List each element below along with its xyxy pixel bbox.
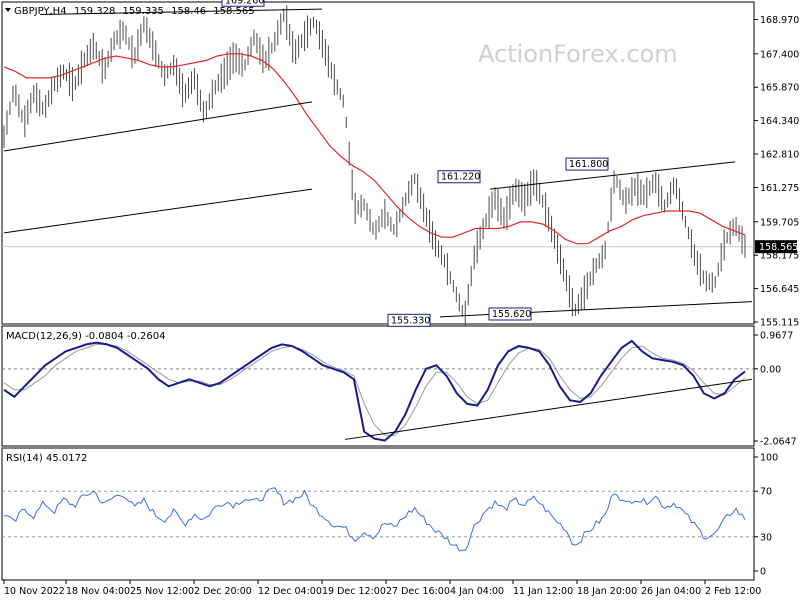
x-tick-label: 18 Jan 20:00 bbox=[577, 586, 637, 597]
price-annotation-label: 155.330 bbox=[391, 315, 430, 326]
x-tick-label: 25 Nov 12:00 bbox=[130, 586, 194, 597]
price-y-tick-label: 167.400 bbox=[760, 49, 799, 60]
x-tick-label: 2 Feb 12:00 bbox=[705, 586, 761, 597]
chart-svg: ActionForex.com GBPJPY,H4 159.328 159.33… bbox=[1, 0, 799, 597]
macd-title: MACD(12,26,9) -0.0804 -0.2604 bbox=[6, 331, 166, 342]
price-y-tick-label: 161.275 bbox=[760, 183, 799, 194]
x-tick-label: 19 Dec 12:00 bbox=[322, 586, 386, 597]
price-title: GBPJPY,H4 bbox=[14, 6, 67, 17]
x-axis-ticks: 10 Nov 2022 18 Nov 04:00 25 Nov 12:00 2 Dec… bbox=[3, 580, 761, 597]
price-ohlc: 159.328 159.335 158.46 158.565 bbox=[74, 6, 255, 17]
price-annotation-label: 161.220 bbox=[441, 172, 480, 183]
price-y-tick-label: 165.870 bbox=[760, 83, 799, 94]
price-annotation-label: 155.620 bbox=[492, 309, 531, 320]
rsi-y-tick-label: 30 bbox=[760, 532, 772, 543]
price-annotation-label: 169.260 bbox=[225, 0, 264, 6]
rsi-title: RSI(14) 45.0172 bbox=[6, 453, 87, 464]
price-annotation-label: 161.800 bbox=[569, 159, 608, 170]
x-tick-label: 10 Nov 2022 bbox=[4, 586, 65, 597]
price-y-tick-label: 156.645 bbox=[760, 284, 799, 295]
price-y-tick-label: 168.970 bbox=[760, 15, 799, 26]
macd-y-tick-label: 0.00 bbox=[760, 364, 781, 375]
price-y-tick-label: 159.705 bbox=[760, 217, 799, 228]
macd-y-tick-label: -2.0647 bbox=[760, 437, 797, 448]
rsi-y-tick-label: 70 bbox=[760, 487, 772, 498]
price-y-tick-label: 158.175 bbox=[760, 251, 799, 262]
price-y-tick-label: 164.340 bbox=[760, 116, 799, 127]
ohlc-open: 159.328 bbox=[74, 6, 115, 17]
x-tick-label: 4 Jan 04:00 bbox=[450, 586, 504, 597]
chart-stage: ActionForex.com GBPJPY,H4 159.328 159.33… bbox=[0, 0, 800, 600]
x-tick-label: 11 Jan 12:00 bbox=[513, 586, 573, 597]
x-tick-label: 27 Dec 16:00 bbox=[386, 586, 450, 597]
price-y-tick-label: 155.115 bbox=[760, 318, 799, 329]
price-y-tick-label: 162.810 bbox=[760, 150, 799, 161]
rsi-y-tick-label: 100 bbox=[760, 453, 778, 464]
ohlc-high: 159.335 bbox=[123, 6, 164, 17]
macd-y-tick-label: 0.9677 bbox=[760, 331, 793, 342]
x-tick-label: 2 Dec 20:00 bbox=[194, 586, 252, 597]
watermark: ActionForex.com bbox=[478, 40, 678, 68]
x-tick-label: 26 Jan 04:00 bbox=[641, 586, 701, 597]
x-tick-label: 18 Nov 04:00 bbox=[66, 586, 130, 597]
y-axis-ticks: 168.970 167.400 165.870 164.340 162.810 161.2… bbox=[754, 15, 799, 329]
rsi-y-tick-label: 0 bbox=[760, 567, 766, 578]
rsi-panel-frame bbox=[1, 447, 755, 581]
x-tick-label: 12 Dec 04:00 bbox=[258, 586, 322, 597]
